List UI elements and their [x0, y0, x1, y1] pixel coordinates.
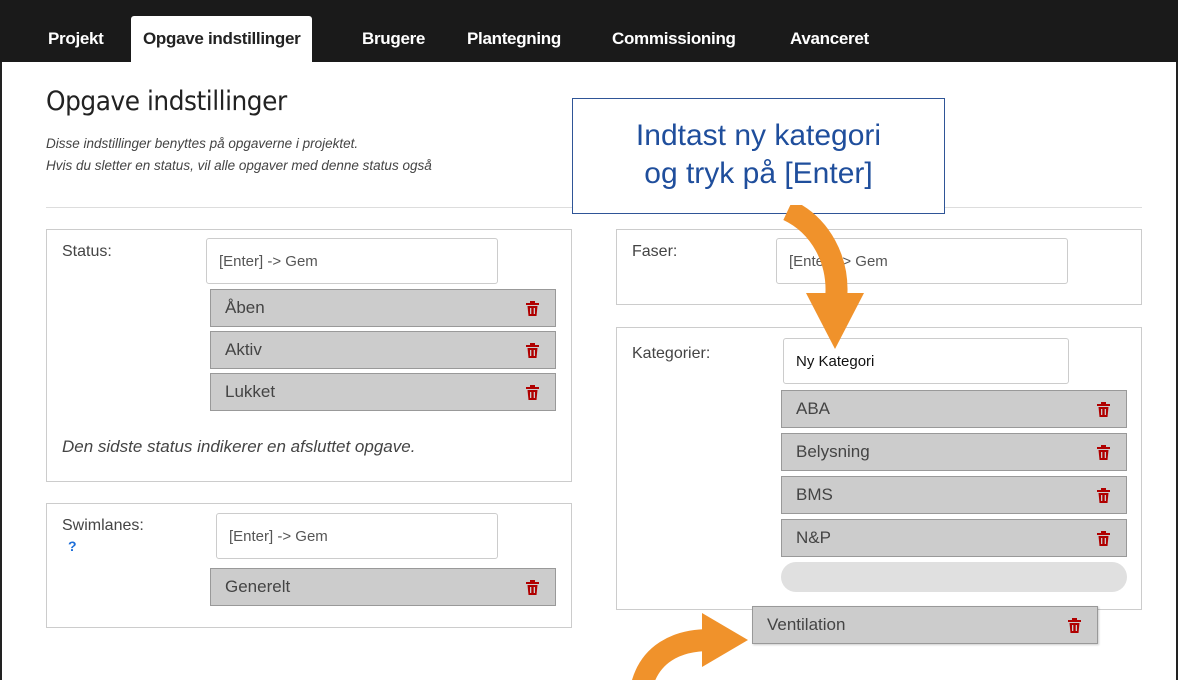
swimlanes-input[interactable]: [216, 513, 498, 559]
status-item[interactable]: Aktiv: [210, 331, 556, 369]
tab-brugere[interactable]: Brugere: [350, 16, 437, 62]
status-label: Status:: [62, 243, 112, 260]
kategori-item[interactable]: N&P: [781, 519, 1127, 557]
swimlane-item[interactable]: Generelt: [210, 568, 556, 606]
trash-icon[interactable]: [1097, 402, 1110, 417]
swimlanes-panel: Swimlanes: ? Generelt: [46, 503, 572, 628]
kategorier-panel: Kategorier: ABA Belysning BMS N&P: [616, 327, 1142, 610]
page-description-line1: Disse indstillinger benyttes på opgavern…: [46, 136, 359, 151]
swimlanes-label: Swimlanes:: [62, 517, 144, 534]
status-item-label: Åben: [225, 298, 265, 317]
swimlane-item-label: Generelt: [225, 577, 291, 596]
kategorier-input[interactable]: [783, 338, 1069, 384]
faser-panel: Faser:: [616, 229, 1142, 305]
status-input[interactable]: [206, 238, 498, 284]
status-item[interactable]: Lukket: [210, 373, 556, 411]
status-item-label: Aktiv: [225, 340, 262, 359]
tab-opgave-indstillinger[interactable]: Opgave indstillinger: [131, 16, 313, 62]
dragged-item-label: Ventilation: [767, 615, 846, 634]
kategori-item[interactable]: Belysning: [781, 433, 1127, 471]
kategori-item[interactable]: ABA: [781, 390, 1127, 428]
callout-line1: Indtast ny kategori: [635, 119, 882, 152]
status-panel: Status: Åben Aktiv Lukket Den sidste sta…: [46, 229, 572, 482]
trash-icon[interactable]: [1097, 531, 1110, 546]
tab-commissioning[interactable]: Commissioning: [600, 16, 748, 62]
status-item-label: Lukket: [225, 382, 276, 401]
page-description-line2: Hvis du sletter en status, vil alle opga…: [46, 158, 432, 173]
callout-line2: og tryk på [Enter]: [644, 157, 873, 190]
faser-input[interactable]: [776, 238, 1068, 284]
top-navigation: Projekt Opgave indstillinger Brugere Pla…: [0, 0, 1178, 62]
trash-icon[interactable]: [526, 301, 539, 316]
help-icon[interactable]: ?: [68, 538, 77, 554]
kategori-item-label: BMS: [796, 485, 833, 504]
tab-projekt[interactable]: Projekt: [36, 16, 116, 62]
trash-icon[interactable]: [1097, 445, 1110, 460]
trash-icon[interactable]: [526, 343, 539, 358]
tab-avanceret[interactable]: Avanceret: [778, 16, 881, 62]
trash-icon[interactable]: [526, 385, 539, 400]
trash-icon[interactable]: [526, 580, 539, 595]
kategori-item-label: ABA: [796, 399, 831, 418]
status-item[interactable]: Åben: [210, 289, 556, 327]
kategorier-label: Kategorier:: [632, 345, 711, 362]
faser-label: Faser:: [632, 243, 678, 260]
instruction-callout: Indtast ny kategori og tryk på [Enter]: [572, 98, 945, 214]
kategori-item-label: N&P: [796, 528, 831, 547]
status-note: Den sidste status indikerer en afsluttet…: [62, 437, 416, 456]
dragged-kategori-item[interactable]: Ventilation: [752, 606, 1098, 644]
tab-plantegning[interactable]: Plantegning: [455, 16, 573, 62]
page-title: Opgave indstillinger: [46, 86, 287, 117]
drop-placeholder[interactable]: [781, 562, 1127, 592]
trash-icon[interactable]: [1068, 618, 1081, 633]
kategori-item-label: Belysning: [796, 442, 870, 461]
kategori-item[interactable]: BMS: [781, 476, 1127, 514]
trash-icon[interactable]: [1097, 488, 1110, 503]
